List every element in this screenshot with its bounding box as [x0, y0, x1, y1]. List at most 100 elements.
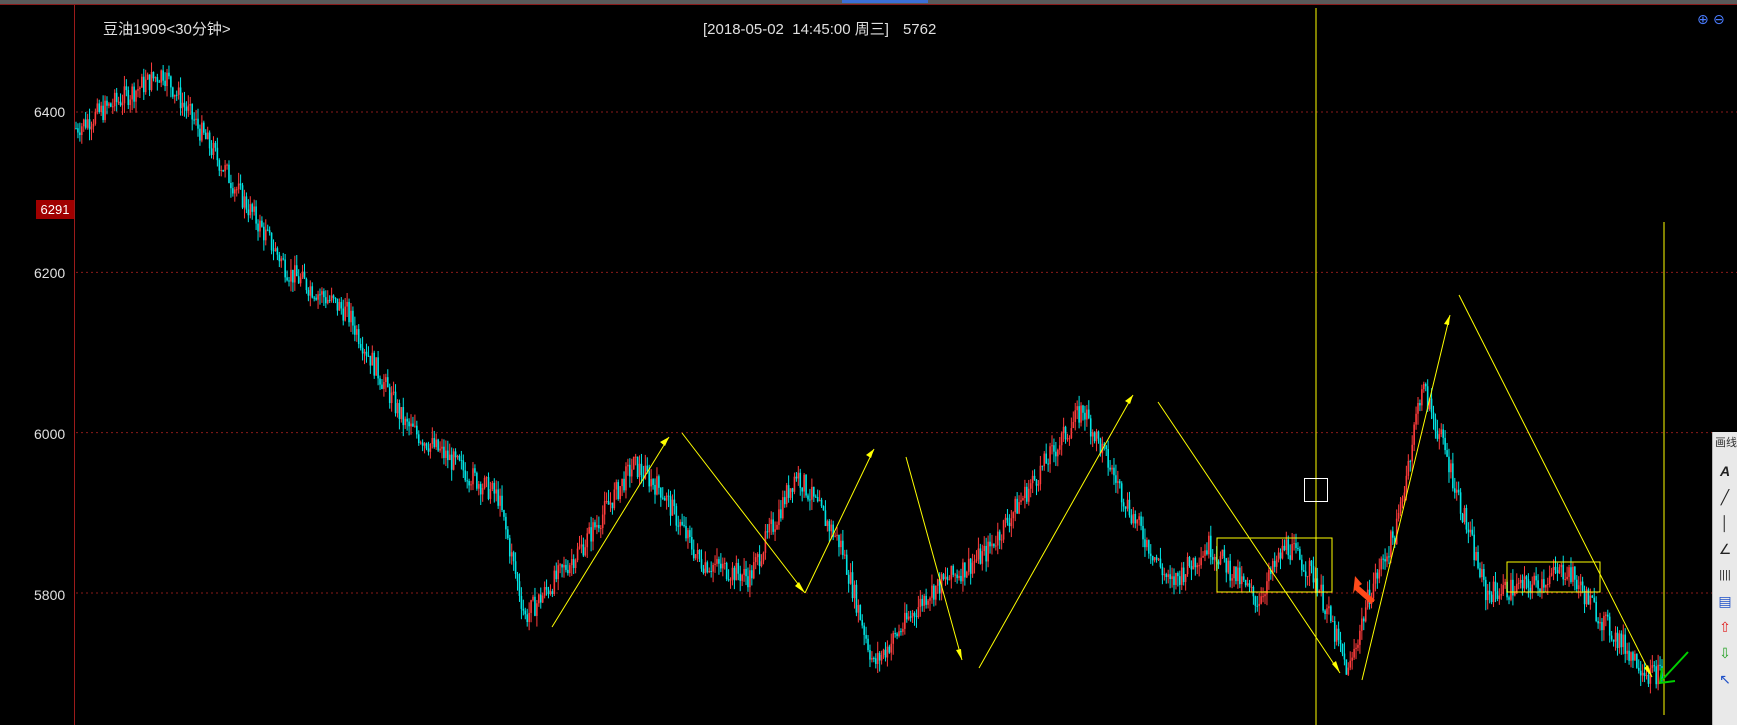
candle-down: [617, 482, 620, 500]
candle-up: [253, 206, 255, 212]
candle-up: [1481, 569, 1483, 578]
candle-down: [230, 182, 232, 189]
price-label-6200: 6200: [34, 265, 66, 281]
candlestick-chart[interactable]: [0, 0, 1737, 725]
candle-up: [350, 310, 352, 323]
candle-down: [1297, 547, 1299, 550]
candle-down: [268, 230, 271, 233]
text-tool-icon[interactable]: A: [1715, 460, 1735, 482]
candle-down: [323, 291, 325, 298]
candle-up: [137, 89, 139, 91]
candle-up: [1552, 566, 1555, 574]
candle-down: [1235, 566, 1237, 582]
candle-up: [1579, 581, 1582, 586]
candle-down: [867, 638, 869, 651]
candle-down: [873, 658, 875, 660]
candle-down: [493, 482, 496, 494]
candle-up: [1500, 594, 1503, 596]
candle-down: [691, 536, 693, 550]
candle-up: [785, 485, 788, 505]
candle-down: [888, 646, 891, 653]
candle-up: [1146, 540, 1148, 548]
candle-up: [1357, 644, 1359, 648]
parallel-lines-tool-icon[interactable]: ||||: [1715, 564, 1735, 586]
candle-up: [1024, 486, 1026, 499]
candle-up: [90, 126, 93, 130]
candle-down: [98, 103, 101, 113]
candle-down: [805, 474, 807, 496]
candle-up: [902, 628, 904, 632]
zoom-out-icon[interactable]: ⊖: [1713, 11, 1725, 28]
candle-up: [1240, 576, 1243, 585]
trend-line: [804, 448, 875, 594]
candle-up: [1080, 405, 1082, 423]
candle-up: [1192, 558, 1195, 570]
candle-up: [1076, 406, 1078, 411]
candle-up: [371, 352, 374, 366]
line-tool-icon[interactable]: ╱: [1715, 486, 1735, 508]
trend-line: [1458, 294, 1653, 678]
candle-up: [355, 329, 358, 335]
candle-up: [1349, 660, 1352, 668]
candle-up: [1548, 575, 1551, 585]
candle-up: [160, 70, 163, 83]
arrow-head: [866, 449, 874, 458]
candle-up: [280, 258, 283, 262]
candle-up: [609, 502, 612, 505]
candle-up: [793, 476, 796, 492]
angle-tool-icon[interactable]: ∠: [1715, 538, 1735, 560]
candle-down: [175, 94, 178, 96]
candle-up: [871, 658, 873, 660]
candle-up: [1347, 667, 1350, 675]
candle-down: [718, 559, 720, 564]
arrow-head: [795, 582, 805, 593]
candle-up: [1180, 567, 1183, 585]
candle-down: [1209, 535, 1212, 558]
candle-down: [677, 525, 680, 527]
candle-down: [865, 634, 867, 639]
candle-up: [1010, 518, 1013, 527]
candle-down: [427, 448, 430, 452]
vertical-line-tool-icon[interactable]: │: [1715, 512, 1735, 534]
candle-up: [1281, 545, 1284, 559]
channel-tool-icon[interactable]: ▤: [1715, 590, 1735, 612]
candle-down: [1142, 525, 1144, 540]
candle-up: [1599, 622, 1601, 624]
zoom-in-icon[interactable]: ⊕: [1697, 11, 1709, 28]
candle-up: [632, 456, 635, 470]
candle-down: [1287, 539, 1290, 556]
candle-down: [783, 497, 786, 505]
candle-up: [423, 443, 426, 446]
candle-down: [288, 280, 290, 282]
candle-up: [911, 612, 914, 618]
candle-up: [226, 164, 228, 166]
candle-up: [1219, 556, 1222, 565]
candle-down: [861, 619, 864, 626]
up-arrow-tool-icon[interactable]: ⇧: [1715, 616, 1735, 638]
candle-down: [106, 100, 108, 106]
candle-down: [545, 587, 548, 590]
candle-down: [1169, 574, 1171, 579]
candle-down: [421, 442, 424, 446]
candle-up: [892, 633, 895, 644]
candle-down: [1041, 465, 1044, 467]
candle-up: [762, 552, 765, 562]
pointer-tool-icon[interactable]: ↖: [1715, 668, 1735, 690]
candle-down: [661, 497, 664, 499]
candle-up: [687, 530, 689, 539]
candle-down: [706, 562, 709, 573]
candle-up: [917, 607, 920, 618]
candle-up: [1213, 556, 1216, 560]
candle-up: [1378, 569, 1381, 579]
selection-box-marker[interactable]: [1304, 478, 1328, 502]
candle-down: [402, 407, 405, 426]
down-arrow-tool-icon[interactable]: ⇩: [1715, 642, 1735, 664]
candle-down: [84, 119, 87, 128]
candle-down: [1242, 576, 1245, 580]
candle-up: [1260, 596, 1262, 604]
candle-down: [1312, 565, 1315, 583]
candle-down: [1151, 556, 1154, 561]
candle-down: [75, 128, 77, 130]
candle-down: [539, 594, 542, 603]
candle-down: [1295, 543, 1297, 548]
